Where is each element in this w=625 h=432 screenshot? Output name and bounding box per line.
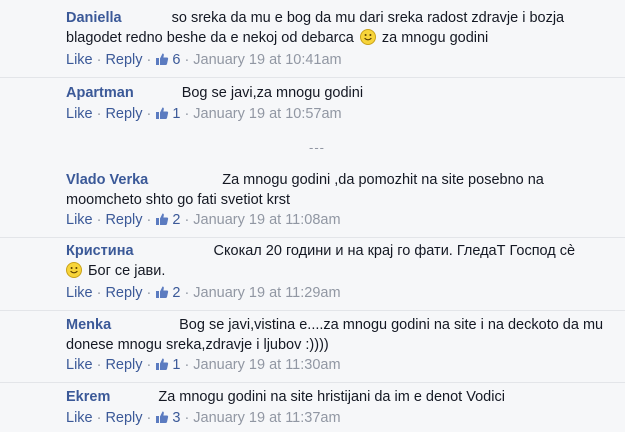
thumbs-up-icon [156, 213, 169, 225]
separator: · [184, 357, 190, 373]
separator: · [96, 410, 102, 426]
comment-actions: Like · Reply · 2 · January 19 at 11:08am [66, 212, 341, 228]
separator: · [146, 410, 152, 426]
likes-count: 2 [172, 285, 181, 301]
reply-link[interactable]: Reply [105, 410, 142, 426]
likes-count: 6 [172, 52, 181, 68]
like-link[interactable]: Like [66, 106, 93, 122]
separator: · [96, 285, 102, 301]
comment-author[interactable]: Vlado Verka [66, 172, 148, 188]
likes-count: 1 [172, 357, 181, 373]
separator: · [184, 212, 190, 228]
comment-body: Menka Bog se javi,vistina e....za mnogu g… [66, 315, 611, 355]
comment-body: Apartman Bog se javi,za mnogu godini [66, 83, 611, 103]
comment-actions: Like · Reply · 6 · January 19 at 10:41am [66, 52, 342, 68]
separator: · [96, 357, 102, 373]
divider [0, 310, 625, 311]
reply-link[interactable]: Reply [105, 285, 142, 301]
smiley-icon [66, 262, 82, 278]
divider [0, 237, 625, 238]
likes-count-group[interactable]: 1 [155, 357, 180, 373]
separator: · [146, 52, 152, 68]
comment-body: Кристина Скокал 20 години и на крај го фа… [66, 241, 611, 281]
thumbs-up-icon [156, 358, 169, 370]
reply-link[interactable]: Reply [105, 357, 142, 373]
separator: · [184, 52, 190, 68]
comment-author[interactable]: Menka [66, 317, 111, 333]
separator: · [146, 212, 152, 228]
thumbs-up-icon [156, 286, 169, 298]
thumbs-up-icon [156, 107, 169, 119]
comment-author[interactable]: Кристина [66, 243, 134, 259]
thumbs-up-icon [156, 411, 169, 423]
smiley-icon [359, 29, 376, 45]
comment-actions: Like · Reply · 3 · January 19 at 11:37am [66, 410, 341, 426]
comment-author[interactable]: Apartman [66, 85, 134, 101]
like-link[interactable]: Like [66, 285, 93, 301]
like-link[interactable]: Like [66, 212, 93, 228]
likes-count-group[interactable]: 1 [155, 106, 180, 122]
comment-author[interactable]: Daniella [66, 10, 122, 26]
comment-text: Za mnogu godini na site hristijani da im… [158, 389, 505, 405]
comment-text: Bog se javi,vistina e....za mnogu godini… [66, 317, 604, 353]
like-link[interactable]: Like [66, 357, 93, 373]
likes-count-group[interactable]: 6 [155, 52, 180, 68]
comment-body: Vlado Verka Za mnogu godini ,da pomozhit … [66, 170, 611, 210]
comment-text: Скокал 20 години и на крај го фати. Глед… [213, 243, 576, 259]
separator: · [96, 212, 102, 228]
comment-text-end: za mnogu godini [381, 30, 489, 46]
comment-text: Bog se javi,za mnogu godini [181, 85, 364, 101]
separator: · [146, 106, 152, 122]
comment-actions: Like · Reply · 2 · January 19 at 11:29am [66, 285, 341, 301]
comment-body: Ekrem Za mnogu godini na site hristijani … [66, 387, 611, 407]
comment-author[interactable]: Ekrem [66, 389, 110, 405]
comment-timestamp[interactable]: January 19 at 11:37am [193, 410, 340, 426]
likes-count-group[interactable]: 2 [155, 212, 180, 228]
separator: · [96, 106, 102, 122]
comment-timestamp[interactable]: January 19 at 10:57am [193, 106, 341, 122]
likes-count: 1 [172, 106, 181, 122]
separator: · [146, 357, 152, 373]
likes-count-group[interactable]: 2 [155, 285, 180, 301]
like-link[interactable]: Like [66, 410, 93, 426]
separator: · [184, 285, 190, 301]
separator: · [96, 52, 102, 68]
likes-count-group[interactable]: 3 [155, 410, 180, 426]
comment-actions: Like · Reply · 1 · January 19 at 11:30am [66, 357, 341, 373]
comment-body: Daniella so sreka da mu e bog da mu dari … [66, 8, 611, 48]
comment-timestamp[interactable]: January 19 at 11:08am [193, 212, 340, 228]
thumbs-up-icon [156, 53, 169, 65]
comment-timestamp[interactable]: January 19 at 11:30am [193, 357, 340, 373]
reply-link[interactable]: Reply [105, 106, 142, 122]
likes-count: 3 [172, 410, 181, 426]
comment-text: so sreka da mu e bog da mu dari sreka ra… [66, 10, 565, 46]
reply-link[interactable]: Reply [105, 52, 142, 68]
likes-count: 2 [172, 212, 181, 228]
comment-timestamp[interactable]: January 19 at 11:29am [193, 285, 340, 301]
separator: · [184, 106, 190, 122]
divider [0, 77, 625, 78]
more-comments-marker[interactable]: --- [309, 140, 325, 155]
separator: · [184, 410, 190, 426]
comment-timestamp[interactable]: January 19 at 10:41am [193, 52, 341, 68]
divider [0, 382, 625, 383]
like-link[interactable]: Like [66, 52, 93, 68]
separator: · [146, 285, 152, 301]
comment-text-end: Бог се јави. [88, 263, 166, 279]
comment-actions: Like · Reply · 1 · January 19 at 10:57am [66, 106, 342, 122]
reply-link[interactable]: Reply [105, 212, 142, 228]
